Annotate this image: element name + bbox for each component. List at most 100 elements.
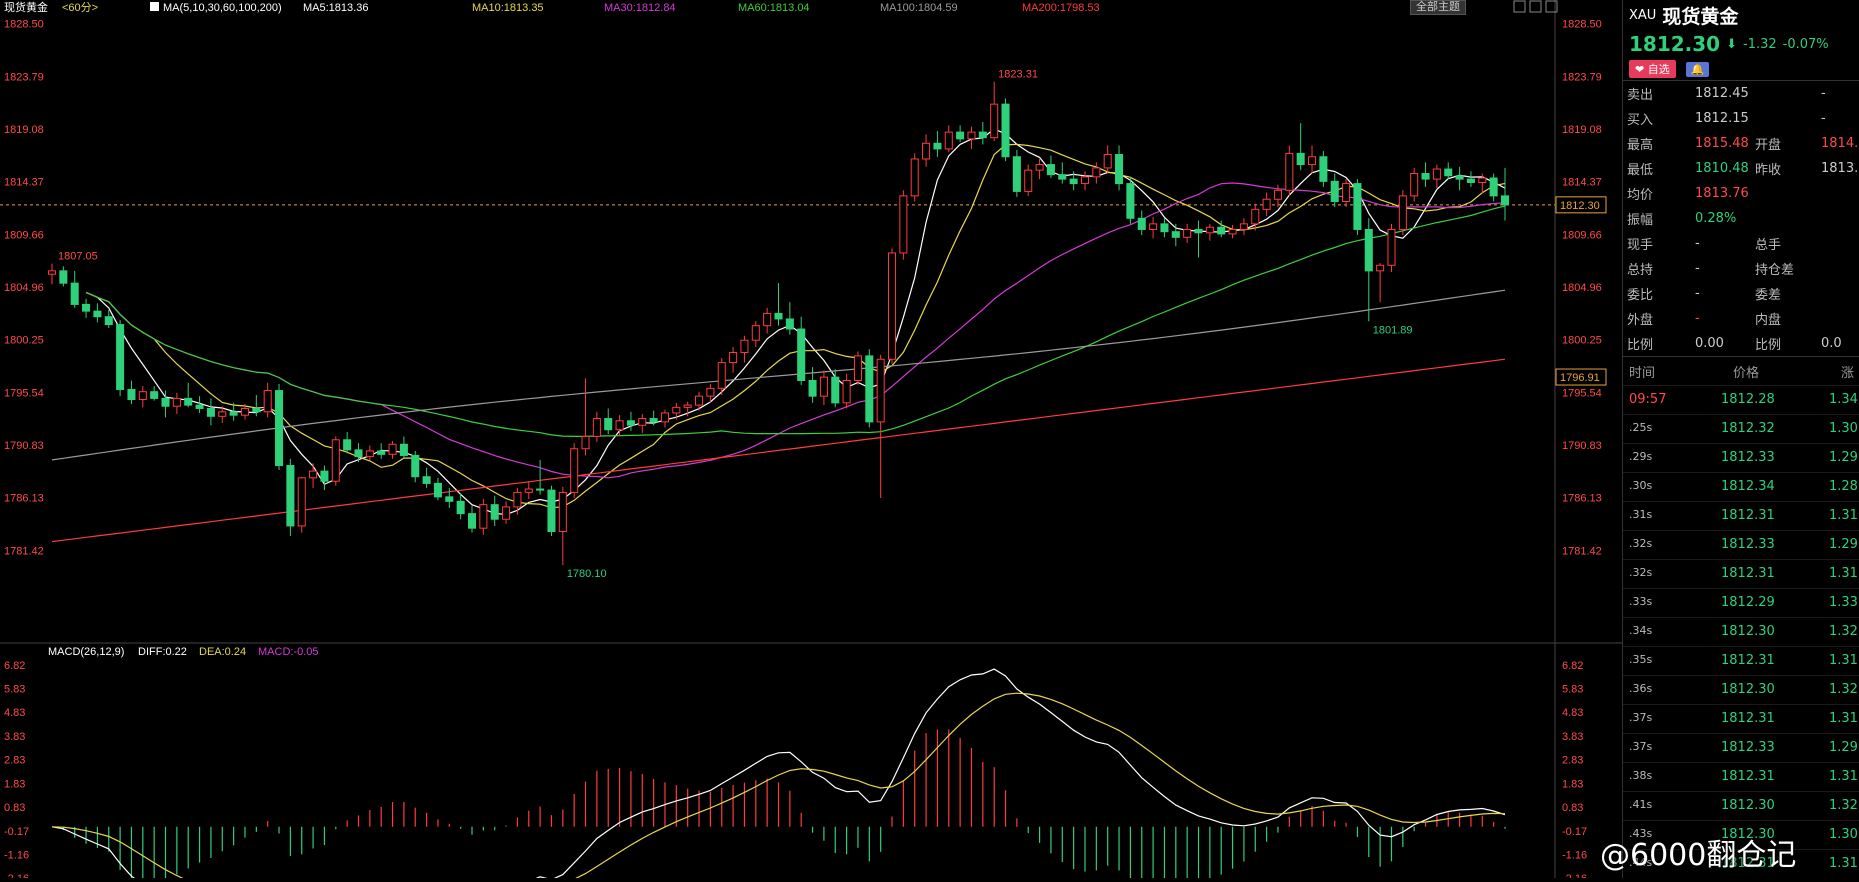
quote-value-2: 0.0 — [1821, 336, 1842, 351]
macd-left-tick: 3.83 — [4, 731, 25, 743]
candle-body — [797, 328, 806, 381]
header-symbol: 现货黄金 — [4, 0, 48, 14]
candle-body — [286, 465, 295, 527]
candle-body — [922, 142, 931, 160]
quote-value: - — [1695, 236, 1700, 251]
candle-body — [1092, 167, 1101, 178]
quote-value-2: - — [1821, 111, 1826, 126]
candle-body — [150, 391, 159, 399]
right-price-tick: 1819.08 — [1562, 124, 1602, 136]
trade-row: .33s 1812.29 1.33 — [1623, 588, 1859, 617]
candle-body — [331, 439, 340, 482]
trade-change: 1.32 — [1829, 682, 1858, 697]
trade-price: 1812.33 — [1721, 537, 1775, 552]
quote-value-2: 1813.6 — [1821, 161, 1859, 176]
left-price-tick: 1800.25 — [4, 335, 44, 347]
candle-body — [763, 312, 772, 327]
quote-row: 买入 1812.15 - — [1623, 106, 1859, 131]
candle-body — [1296, 152, 1305, 166]
candle-body — [1103, 153, 1112, 169]
candle-body — [1160, 223, 1169, 233]
macd-macd: MACD:-0.05 — [258, 646, 319, 658]
candle-body — [172, 397, 181, 407]
candle-body — [887, 252, 897, 360]
trades-header-time: 时间 — [1629, 365, 1656, 381]
candle-body — [1500, 195, 1510, 206]
candle-body — [82, 303, 91, 312]
candle-body — [1421, 173, 1430, 180]
trade-row: .37s 1812.33 1.29 — [1623, 733, 1859, 762]
trade-change: 1.29 — [1829, 450, 1858, 465]
quote-label: 委比 — [1627, 288, 1654, 303]
quote-label: 卖出 — [1627, 88, 1654, 103]
trades-header-change: 涨 — [1841, 365, 1855, 381]
candle-body — [1024, 169, 1033, 192]
last-price: 1812.30 — [1629, 32, 1721, 56]
trade-row: .30s 1812.34 1.28 — [1623, 472, 1859, 501]
trade-change: 1.34 — [1829, 392, 1858, 407]
quote-label: 比例 — [1627, 338, 1654, 353]
candle-body — [206, 407, 215, 417]
candle-body — [1262, 198, 1271, 210]
macd-left-tick: 2.83 — [4, 755, 25, 767]
trade-price: 1812.31 — [1721, 566, 1775, 581]
candle-body — [1035, 164, 1044, 171]
kline-chart[interactable]: 现货黄金 <60分> MA(5,10,30,60,100,200) MA5:1813.… — [0, 0, 1622, 882]
quote-label-2: 内盘 — [1755, 313, 1782, 328]
right-price-tick: 1800.25 — [1562, 335, 1602, 347]
trade-change: 1.31 — [1829, 566, 1858, 581]
candle-body — [581, 435, 590, 450]
candle-body — [1455, 175, 1464, 180]
trade-time: .34s — [1629, 624, 1653, 637]
current-price-label: 1812.30 — [1560, 200, 1600, 212]
trade-time: .35s — [1629, 653, 1653, 666]
trades-list[interactable]: 09:57 1812.28 1.34 .25s 1812.32 1.30 .29s 1812.… — [1623, 385, 1859, 878]
candle-body — [876, 358, 885, 423]
candle-body — [1115, 153, 1124, 185]
trade-price: 1812.30 — [1721, 682, 1775, 697]
candle-body — [660, 412, 670, 423]
trade-change: 1.31 — [1829, 856, 1858, 871]
trade-row: .31s 1812.31 1.31 — [1623, 501, 1859, 530]
quote-label-2: 比例 — [1755, 338, 1782, 353]
macd-left-tick: 0.83 — [4, 802, 25, 814]
candle-body — [263, 390, 272, 413]
trade-price: 1812.31 — [1721, 508, 1775, 523]
candle-body — [1058, 174, 1067, 180]
trade-change: 1.32 — [1829, 624, 1858, 639]
header-ma-4: MA100:1804.59 — [880, 2, 958, 14]
candle-body — [1217, 226, 1226, 235]
trade-row: .29s 1812.33 1.29 — [1623, 443, 1859, 472]
down-arrow-icon: ⬇ — [1726, 36, 1737, 52]
trade-row: .32s 1812.33 1.29 — [1623, 530, 1859, 559]
candle-body — [1432, 168, 1441, 180]
ma10-line — [85, 143, 1506, 509]
trade-time: .38s — [1629, 769, 1653, 782]
left-price-tick: 1781.42 — [4, 545, 44, 557]
quote-row: 最高 1815.48 开盘 1814.0 — [1623, 131, 1859, 156]
candle-body — [70, 282, 79, 305]
favorite-button[interactable]: ❤ 自选 — [1629, 60, 1676, 78]
trades-header: 时间 价格 涨 — [1623, 356, 1859, 385]
quote-row: 比例 0.00 比例 0.0 — [1623, 331, 1859, 356]
quote-label: 振幅 — [1627, 213, 1654, 228]
candle-body — [831, 376, 840, 404]
chart-canvas[interactable]: 现货黄金 <60分> MA(5,10,30,60,100,200) MA5:1813.… — [0, 0, 1622, 882]
macd-dea: DEA:0.24 — [199, 646, 246, 658]
left-high-annotation: 1807.05 — [58, 251, 98, 263]
trade-change: 1.31 — [1829, 653, 1858, 668]
bell-icon[interactable]: 🔔 — [1685, 61, 1710, 77]
quote-panel: XAU 现货黄金 1812.30 ⬇ -1.32 -0.07% ❤ 自选 🔔 卖… — [1622, 0, 1859, 878]
trade-price: 1812.32 — [1721, 421, 1775, 436]
trade-time: .37s — [1629, 740, 1653, 753]
trade-change: 1.32 — [1829, 798, 1858, 813]
candle-body — [1012, 156, 1021, 192]
quote-value: 1813.76 — [1695, 186, 1749, 201]
candle-body — [1489, 177, 1498, 197]
candle-body — [910, 158, 919, 197]
candle-body — [309, 470, 318, 479]
candle-body — [706, 387, 715, 397]
theme-button[interactable]: 全部主题 — [1410, 0, 1466, 15]
trade-price: 1812.28 — [1721, 392, 1775, 407]
trade-price: 1812.33 — [1721, 450, 1775, 465]
